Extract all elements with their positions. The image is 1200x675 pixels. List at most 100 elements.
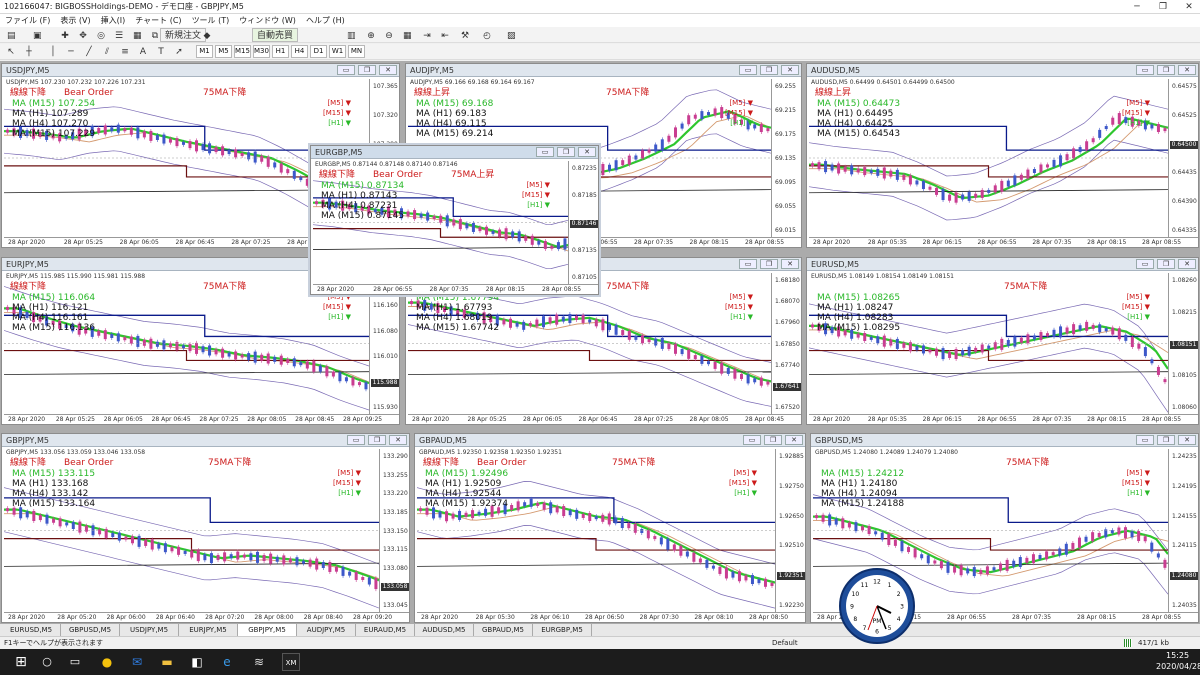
horizontal-line-icon[interactable]: ─ — [64, 45, 78, 59]
chart-restore-button[interactable]: ❐ — [764, 435, 782, 445]
menu-item-3[interactable]: チャート (C) — [130, 14, 186, 27]
app-icon[interactable]: ≋ — [250, 653, 268, 671]
chart-close-button[interactable]: ✕ — [785, 435, 803, 445]
price-axis[interactable]: 133.290 133.255 133.220 133.185 133.150 133.1… — [379, 449, 409, 612]
price-axis[interactable]: 0.87235 0.87185 0.87146 0.87135 0.87105 — [568, 161, 598, 284]
channel-icon[interactable]: ⫽ — [100, 45, 114, 59]
chart-minimize-button[interactable]: ▭ — [1136, 259, 1154, 269]
navigator-icon[interactable]: ◎ — [94, 28, 108, 42]
time-axis[interactable]: 28 Apr 2020 28 Apr 05:20 28 Apr 06:00 28 Ap… — [4, 612, 409, 622]
chart-caption[interactable]: GBPJPY,M5 ▭ ❐ ✕ — [2, 434, 409, 447]
chart-caption[interactable]: GBPAUD,M5 ▭ ❐ ✕ — [415, 434, 805, 447]
price-axis[interactable]: 1.92885 1.92750 1.92650 1.92510 1.92351 1.922… — [775, 449, 805, 612]
time-axis[interactable]: 28 Apr 2020 28 Apr 06:55 28 Apr 07:35 28 Ap… — [313, 284, 598, 294]
time-axis[interactable]: 28 Apr 2020 28 Apr 05:30 28 Apr 06:10 28 Ap… — [417, 612, 805, 622]
tab-eurgbp[interactable]: EURGBP,M5 — [533, 624, 592, 636]
chart-restore-button[interactable]: ❐ — [1157, 259, 1175, 269]
chart-close-button[interactable]: ✕ — [1178, 435, 1196, 445]
time-axis[interactable]: 28 Apr 2020 28 Apr 05:35 28 Apr 06:15 28 Ap… — [809, 414, 1198, 424]
chrome-icon[interactable]: ● — [98, 653, 116, 671]
price-axis[interactable]: 1.08260 1.08215 1.08151 1.08105 1.08060 — [1168, 273, 1198, 414]
templates-icon[interactable]: ▨ — [504, 28, 519, 42]
task-view-icon[interactable]: ▭ — [66, 653, 84, 671]
close-button[interactable]: ✕ — [1176, 0, 1200, 14]
tab-gbpaud[interactable]: GBPAUD,M5 — [474, 624, 533, 636]
chart-close-button[interactable]: ✕ — [1178, 65, 1196, 75]
chart-restore-button[interactable]: ❐ — [760, 259, 778, 269]
menu-item-1[interactable]: 表示 (V) — [55, 14, 95, 27]
chart-caption[interactable]: AUDJPY,M5 ▭ ❐ ✕ — [406, 64, 801, 77]
crosshair-icon[interactable]: ✥ — [76, 28, 90, 42]
store-icon[interactable]: ◧ — [188, 653, 206, 671]
timeframe-h1-button[interactable]: H1 — [272, 45, 289, 58]
arrow-icon[interactable]: ➚ — [172, 45, 186, 59]
time-axis[interactable]: 28 Apr 2020 28 Apr 05:35 28 Apr 06:15 28 Ap… — [809, 237, 1198, 247]
label-icon[interactable]: T — [154, 45, 168, 59]
timeframe-h4-button[interactable]: H4 — [291, 45, 308, 58]
menu-item-4[interactable]: ツール (T) — [187, 14, 235, 27]
tab-gbpusd[interactable]: GBPUSD,M5 — [61, 624, 120, 636]
chart-close-button[interactable]: ✕ — [1178, 259, 1196, 269]
chart-close-button[interactable]: ✕ — [379, 65, 397, 75]
tab-eurusd[interactable]: EURUSD,M5 — [2, 624, 61, 636]
autoscroll-icon[interactable]: ⇥ — [420, 28, 434, 42]
price-axis[interactable]: 1.24235 1.24195 1.24155 1.24115 1.24080 1.240… — [1168, 449, 1198, 612]
grid-icon[interactable]: ▦ — [400, 28, 415, 42]
terminal-icon[interactable]: ▦ — [130, 28, 145, 42]
maximize-button[interactable]: ❐ — [1150, 0, 1176, 14]
tab-audjpy[interactable]: AUDJPY,M5 — [297, 624, 356, 636]
new-chart-icon[interactable]: ▤ — [4, 28, 19, 42]
search-icon[interactable]: ○ — [38, 653, 56, 671]
chart-restore-button[interactable]: ❐ — [358, 65, 376, 75]
chart-restore-button[interactable]: ❐ — [557, 147, 575, 157]
profiles-icon[interactable]: ▣ — [30, 28, 45, 42]
vertical-line-icon[interactable]: │ — [46, 45, 60, 59]
mail-icon[interactable]: ✉ — [128, 653, 146, 671]
chart-window-eurusd[interactable]: EURUSD,M5 ▭ ❐ ✕ 1.08260 1.08215 1.08151 1.0… — [806, 257, 1199, 425]
tab-euraud[interactable]: EURAUD,M5 — [356, 624, 415, 636]
time-axis[interactable]: 28 Apr 2020 28 Apr 05:25 28 Apr 06:05 28 Ap… — [4, 414, 399, 424]
bar-chart-icon[interactable]: ▥ — [344, 28, 359, 42]
timeframe-m15-button[interactable]: M15 — [234, 45, 251, 58]
tab-usdjpy[interactable]: USDJPY,M5 — [120, 624, 179, 636]
fibo-icon[interactable]: ≡ — [118, 45, 132, 59]
periods-icon[interactable]: ◴ — [480, 28, 494, 42]
zoom-out-icon[interactable]: ⊖ — [382, 28, 396, 42]
chart-close-button[interactable]: ✕ — [781, 65, 799, 75]
chart-restore-button[interactable]: ❐ — [1157, 435, 1175, 445]
chart-minimize-button[interactable]: ▭ — [1136, 65, 1154, 75]
chart-caption[interactable]: EURUSD,M5 ▭ ❐ ✕ — [807, 258, 1198, 271]
timeframe-m1-button[interactable]: M1 — [196, 45, 213, 58]
chart-caption[interactable]: EURGBP,M5 ▭ ❐ ✕ — [311, 146, 598, 159]
menu-item-0[interactable]: ファイル (F) — [0, 14, 55, 27]
price-axis[interactable]: 1.68180 1.68070 1.67960 1.67850 1.67740 1.676… — [771, 273, 801, 414]
tab-audusd[interactable]: AUDUSD,M5 — [415, 624, 474, 636]
shift-icon[interactable]: ⇤ — [438, 28, 452, 42]
trendline-icon[interactable]: ╱ — [82, 45, 96, 59]
chart-minimize-button[interactable]: ▭ — [347, 435, 365, 445]
chart-minimize-button[interactable]: ▭ — [739, 65, 757, 75]
crosshair-tool-icon[interactable]: ┼ — [22, 45, 36, 59]
chart-minimize-button[interactable]: ▭ — [1136, 435, 1154, 445]
price-axis[interactable]: 0.64575 0.64525 0.64500 0.64435 0.64390 0.643… — [1168, 79, 1198, 237]
chart-restore-button[interactable]: ❐ — [368, 435, 386, 445]
chart-close-button[interactable]: ✕ — [578, 147, 596, 157]
chart-caption[interactable]: USDJPY,M5 ▭ ❐ ✕ — [2, 64, 399, 77]
chart-minimize-button[interactable]: ▭ — [739, 259, 757, 269]
indicators-icon[interactable]: ⚒ — [458, 28, 472, 42]
chart-minimize-button[interactable]: ▭ — [743, 435, 761, 445]
autotrade-button[interactable]: 自動売買 — [252, 28, 299, 42]
chart-caption[interactable]: GBPUSD,M5 ▭ ❐ ✕ — [811, 434, 1198, 447]
chart-window-gbpaud[interactable]: GBPAUD,M5 ▭ ❐ ✕ 1.92885 1.92750 1.92650 1.9… — [414, 433, 806, 623]
chart-close-button[interactable]: ✕ — [781, 259, 799, 269]
price-axis[interactable]: 69.255 69.215 69.175 69.135 69.095 69.055 69.0… — [771, 79, 801, 237]
text-icon[interactable]: A — [136, 45, 150, 59]
menu-item-6[interactable]: ヘルプ (H) — [301, 14, 350, 27]
zoom-in-chart-icon[interactable]: ✚ — [58, 28, 72, 42]
metaeditor-icon[interactable]: ◆ — [200, 28, 214, 42]
start-icon[interactable]: ⊞ — [12, 653, 30, 671]
menu-item-2[interactable]: 挿入(I) — [96, 14, 131, 27]
time-axis[interactable]: 28 Apr 2020 28 Apr 05:25 28 Apr 06:05 28 Ap… — [408, 414, 801, 424]
timeframe-w1-button[interactable]: W1 — [329, 45, 346, 58]
minimize-button[interactable]: ─ — [1124, 0, 1150, 14]
